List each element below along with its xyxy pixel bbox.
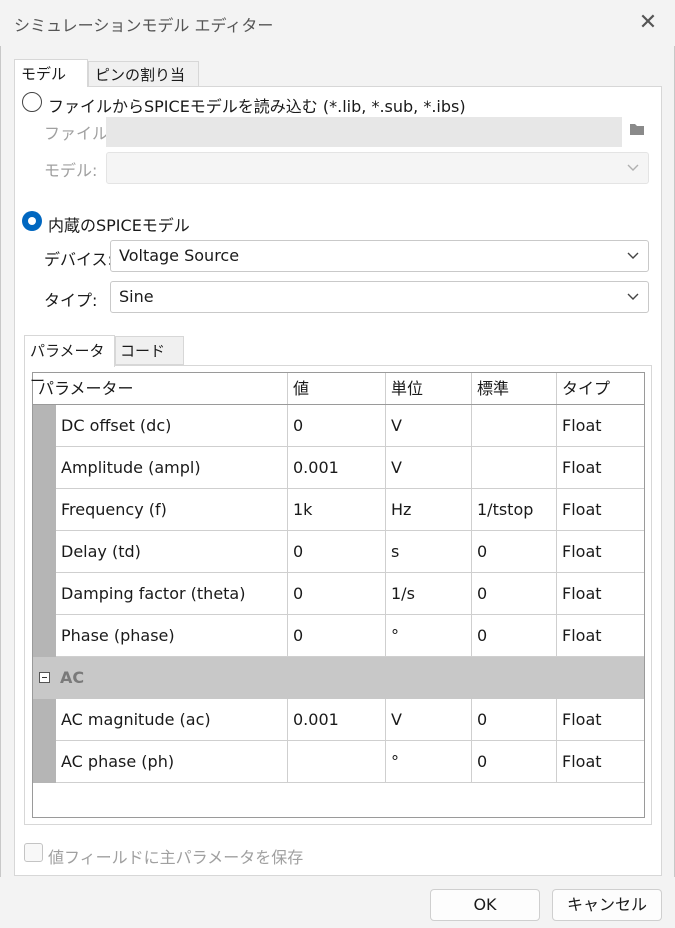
param-unit: V bbox=[386, 405, 472, 447]
file-path-input[interactable] bbox=[106, 117, 622, 147]
tab-parameters[interactable]: パラメーター bbox=[24, 335, 115, 390]
radio-builtin-model-label[interactable]: 内蔵のSPICEモデル bbox=[48, 212, 190, 236]
tab-model[interactable]: モデル bbox=[14, 59, 88, 87]
param-type: Float bbox=[557, 615, 644, 657]
param-default: 0 bbox=[472, 573, 557, 615]
param-default: 0 bbox=[472, 531, 557, 573]
type-select[interactable]: Sine bbox=[110, 281, 649, 313]
radio-file-source-label[interactable]: ファイルからSPICEモデルを読み込む (*.lib, *.sub, *.ibs… bbox=[48, 93, 466, 117]
row-gutter bbox=[33, 531, 56, 573]
save-main-param-checkbox[interactable] bbox=[24, 843, 43, 862]
header-parameter[interactable]: パラメーター bbox=[33, 373, 288, 404]
param-unit: ° bbox=[386, 615, 472, 657]
param-type: Float bbox=[557, 405, 644, 447]
param-name: DC offset (dc) bbox=[56, 405, 288, 447]
tab-code[interactable]: コード bbox=[115, 336, 184, 365]
param-unit: ° bbox=[386, 741, 472, 783]
table-row[interactable]: Phase (phase) 0 ° 0 Float bbox=[33, 615, 644, 657]
parameter-grid[interactable]: パラメーター 値 単位 標準 タイプ DC offset (dc) 0 V Fl… bbox=[32, 372, 645, 818]
row-gutter bbox=[33, 699, 56, 741]
param-unit: V bbox=[386, 447, 472, 489]
device-select[interactable]: Voltage Source bbox=[110, 240, 649, 272]
param-value[interactable]: 0.001 bbox=[288, 447, 386, 489]
param-name: Amplitude (ampl) bbox=[56, 447, 288, 489]
row-gutter bbox=[33, 615, 56, 657]
collapse-icon[interactable] bbox=[39, 672, 50, 683]
param-default: 0 bbox=[472, 741, 557, 783]
tab-pin-assignment[interactable]: ピンの割り当て bbox=[88, 61, 199, 110]
param-type: Float bbox=[557, 573, 644, 615]
folder-icon[interactable] bbox=[626, 120, 648, 144]
row-gutter bbox=[33, 741, 56, 783]
file-label: ファイル: bbox=[44, 124, 114, 143]
table-row[interactable]: DC offset (dc) 0 V Float bbox=[33, 405, 644, 447]
radio-file-source[interactable] bbox=[22, 92, 42, 112]
device-label: デバイス: bbox=[44, 250, 113, 269]
header-default[interactable]: 標準 bbox=[472, 373, 557, 404]
ok-button[interactable]: OK bbox=[430, 889, 540, 921]
param-type: Float bbox=[557, 447, 644, 489]
group-row-ac[interactable]: AC bbox=[33, 657, 644, 699]
param-name: Frequency (f) bbox=[56, 489, 288, 531]
close-icon[interactable]: ✕ bbox=[630, 6, 666, 40]
window-title: シミュレーションモデル エディター bbox=[14, 16, 274, 35]
chevron-down-icon bbox=[627, 164, 639, 171]
param-type: Float bbox=[557, 741, 644, 783]
param-name: AC magnitude (ac) bbox=[56, 699, 288, 741]
group-label: AC bbox=[60, 668, 85, 687]
param-default bbox=[472, 447, 557, 489]
table-row[interactable]: Damping factor (theta) 0 1/s 0 Float bbox=[33, 573, 644, 615]
model-label: モデル: bbox=[44, 161, 98, 180]
param-value[interactable]: 0 bbox=[288, 615, 386, 657]
param-type: Float bbox=[557, 489, 644, 531]
row-gutter bbox=[33, 405, 56, 447]
header-type[interactable]: タイプ bbox=[557, 373, 644, 404]
table-row[interactable]: AC magnitude (ac) 0.001 V 0 Float bbox=[33, 699, 644, 741]
type-select-value: Sine bbox=[119, 287, 154, 306]
chevron-down-icon bbox=[627, 252, 639, 259]
grid-header: パラメーター 値 単位 標準 タイプ bbox=[33, 373, 644, 405]
param-unit: Hz bbox=[386, 489, 472, 531]
row-gutter bbox=[33, 573, 56, 615]
param-value[interactable]: 0.001 bbox=[288, 699, 386, 741]
chevron-down-icon bbox=[627, 293, 639, 300]
save-main-param-label[interactable]: 値フィールドに主パラメータを保存 bbox=[48, 844, 303, 868]
type-label: タイプ: bbox=[44, 291, 98, 310]
param-value[interactable] bbox=[288, 741, 386, 783]
param-name: AC phase (ph) bbox=[56, 741, 288, 783]
table-row[interactable]: AC phase (ph) ° 0 Float bbox=[33, 741, 644, 783]
param-unit: V bbox=[386, 699, 472, 741]
cancel-button[interactable]: キャンセル bbox=[552, 889, 662, 921]
row-gutter bbox=[33, 447, 56, 489]
table-row[interactable]: Frequency (f) 1k Hz 1/tstop Float bbox=[33, 489, 644, 531]
model-select[interactable] bbox=[106, 152, 649, 184]
param-unit: 1/s bbox=[386, 573, 472, 615]
param-value[interactable]: 0 bbox=[288, 573, 386, 615]
header-value[interactable]: 値 bbox=[288, 373, 386, 404]
header-unit[interactable]: 単位 bbox=[386, 373, 472, 404]
table-row[interactable]: Delay (td) 0 s 0 Float bbox=[33, 531, 644, 573]
param-value[interactable]: 0 bbox=[288, 405, 386, 447]
param-type: Float bbox=[557, 699, 644, 741]
param-value[interactable]: 0 bbox=[288, 531, 386, 573]
param-default: 0 bbox=[472, 615, 557, 657]
param-type: Float bbox=[557, 531, 644, 573]
param-name: Delay (td) bbox=[56, 531, 288, 573]
param-unit: s bbox=[386, 531, 472, 573]
param-default: 0 bbox=[472, 699, 557, 741]
table-row[interactable]: Amplitude (ampl) 0.001 V Float bbox=[33, 447, 644, 489]
param-value[interactable]: 1k bbox=[288, 489, 386, 531]
row-gutter bbox=[33, 489, 56, 531]
param-name: Phase (phase) bbox=[56, 615, 288, 657]
title-bar: シミュレーションモデル エディター ✕ bbox=[0, 0, 675, 46]
param-default bbox=[472, 405, 557, 447]
param-name: Damping factor (theta) bbox=[56, 573, 288, 615]
param-default: 1/tstop bbox=[472, 489, 557, 531]
device-select-value: Voltage Source bbox=[119, 246, 240, 265]
radio-builtin-model[interactable] bbox=[22, 211, 42, 231]
